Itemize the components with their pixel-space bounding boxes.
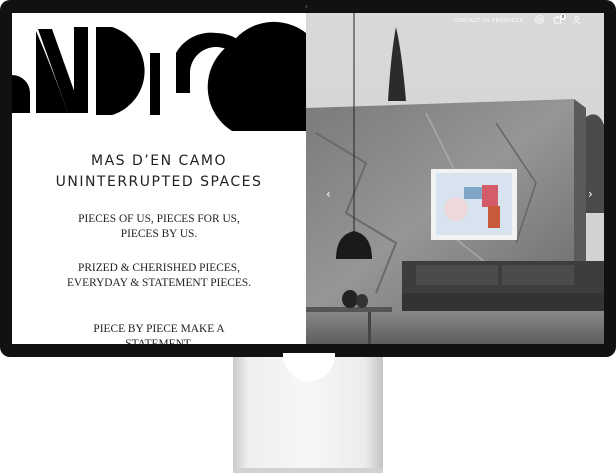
instagram-icon[interactable]	[535, 15, 544, 24]
hero-title-line2: UNINTERRUPTED SPACES	[55, 174, 263, 190]
brand-logo[interactable]	[12, 13, 306, 131]
cart-count-badge: 0	[560, 14, 566, 20]
nav-contact-link[interactable]: CONTACT US	[454, 18, 490, 24]
user-icon[interactable]	[572, 15, 581, 24]
stand-base	[233, 468, 383, 473]
hero-paragraph-2: PRIZED & CHERISHED PIECES, EVERYDAY & ST…	[66, 262, 252, 289]
monitor-stand	[233, 353, 383, 473]
monitor: MAS D’EN CAMO UNINTERRUPTED SPACES PIECE…	[0, 0, 616, 357]
top-nav: CONTACT US PRODUCTS 0	[306, 13, 604, 31]
hero-title-line1: MAS D’EN CAMO	[91, 153, 227, 169]
stand-cutout	[283, 353, 335, 381]
screen: MAS D’EN CAMO UNINTERRUPTED SPACES PIECE…	[12, 13, 604, 344]
hero-photo: ‹ ›	[306, 13, 604, 344]
chevron-right-icon[interactable]: ›	[588, 187, 593, 201]
hero-paragraph-3: PIECE BY PIECE MAKE A STATEMENT.	[93, 323, 225, 344]
interior-photo	[306, 13, 604, 344]
hero-text-panel: MAS D’EN CAMO UNINTERRUPTED SPACES PIECE…	[12, 13, 306, 344]
camera-dot	[305, 5, 308, 8]
hero-paragraph-1: PIECES OF US, PIECES FOR US, PIECES BY U…	[78, 213, 240, 240]
chevron-left-icon[interactable]: ‹	[326, 187, 331, 201]
nav-products-link[interactable]: PRODUCTS	[492, 18, 523, 24]
